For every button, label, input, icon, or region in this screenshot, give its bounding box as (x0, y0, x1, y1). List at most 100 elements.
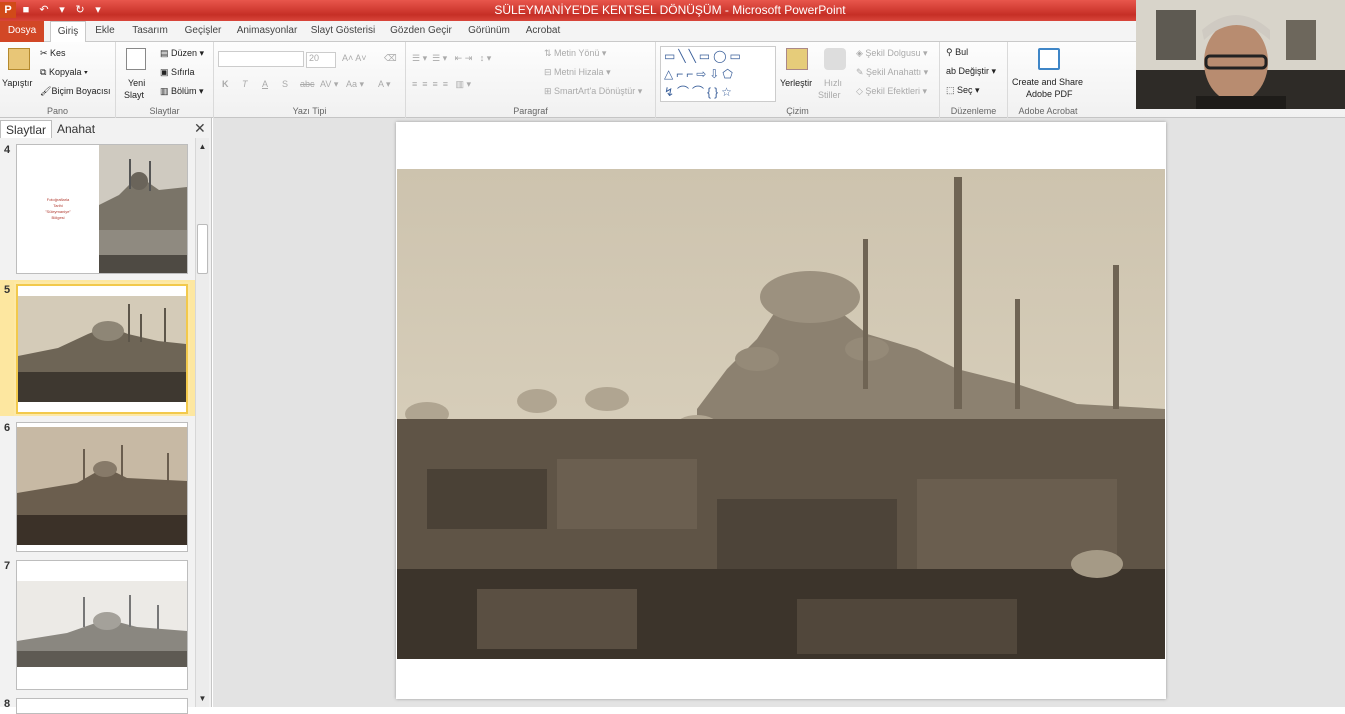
group-paragraph: ☰ ▾ ☰ ▾ ⇤ ⇥ ↕ ▾ ⇅ Metin Yönü ▾ ⊟ Metni H… (406, 42, 656, 118)
group-label-font: Yazı Tipi (292, 106, 327, 116)
align-icons[interactable]: ≡ ≡ ≡ ≡ ▥ ▾ (412, 79, 471, 90)
arrange-button[interactable]: Yerleştir (780, 78, 812, 88)
layout-button[interactable]: ▤ Düzen ▾ (160, 48, 204, 59)
thumbnail[interactable] (16, 560, 188, 690)
thumbnail[interactable] (16, 422, 188, 552)
thumbnail[interactable] (16, 284, 188, 414)
replace-icon: ab (946, 66, 959, 76)
tab-slides[interactable]: Slaytlar (0, 120, 53, 138)
bullets-icon[interactable]: ☰ ▾ ☰ ▾ ⇤ ⇥ ↕ ▾ (412, 53, 491, 64)
scroll-thumb[interactable] (197, 224, 208, 274)
arrange-icon[interactable] (786, 48, 808, 70)
group-label-drawing: Çizim (786, 106, 809, 116)
thumbnail[interactable] (16, 698, 188, 714)
panel-scrollbar[interactable]: ▲ ▼ (195, 138, 209, 707)
align-text-button[interactable]: ⊟ Metni Hizala ▾ (544, 67, 611, 78)
clear-format-icon[interactable]: ⌫ (384, 53, 397, 64)
tab-slideshow[interactable]: Slayt Gösterisi (310, 21, 376, 42)
webcam-overlay (1136, 0, 1345, 109)
group-font: 20 A˄ A˅ ⌫ K T A S abc AV ▾ Aa ▾ A ▾ Yaz… (214, 42, 406, 118)
select-button[interactable]: ⬚ Seç ▾ (946, 85, 980, 96)
paste-icon[interactable] (8, 48, 30, 70)
case-icon[interactable]: Aa ▾ (346, 79, 364, 90)
tab-design[interactable]: Tasarım (128, 21, 172, 42)
slide-thumb-6[interactable]: 6 (0, 418, 196, 554)
group-clipboard: Yapıştır ✂ Kes ⧉ Kopyala ▾ 🖌Biçim Boyacı… (0, 42, 116, 118)
shape-outline-button[interactable]: ✎ Şekil Anahattı ▾ (856, 67, 928, 78)
tab-view[interactable]: Görünüm (464, 21, 514, 42)
tab-insert[interactable]: Ekle (90, 21, 120, 42)
slide-number: 6 (4, 422, 11, 434)
new-slide-label-2[interactable]: Slayt (124, 90, 144, 100)
shape-fill-button[interactable]: ◈ Şekil Dolgusu ▾ (856, 48, 927, 59)
text-direction-button[interactable]: ⇅ Metin Yönü ▾ (544, 48, 606, 59)
scroll-down-icon[interactable]: ▼ (197, 694, 208, 703)
new-slide-label[interactable]: Yeni (128, 78, 145, 88)
tab-transitions[interactable]: Geçişler (180, 21, 226, 42)
new-slide-icon[interactable] (126, 48, 146, 70)
pen-icon: ✎ (856, 67, 867, 77)
tab-review[interactable]: Gözden Geçir (388, 21, 454, 42)
tab-acrobat[interactable]: Acrobat (522, 21, 564, 42)
spacing-icon[interactable]: AV ▾ (320, 79, 338, 90)
slides-panel: Slaytlar Anahat ✕ 4 Fotoğraflarla Tarihi… (0, 118, 212, 714)
replace-button[interactable]: ab Değiştir ▾ (946, 66, 996, 77)
tab-animations[interactable]: Animasyonlar (234, 21, 300, 42)
layout-icon: ▤ (160, 48, 172, 58)
bold-button[interactable]: K (222, 79, 229, 89)
group-label-paragraph: Paragraf (513, 106, 548, 116)
brush-icon: 🖌 (40, 86, 52, 96)
shapes-gallery[interactable]: ▭╲╲▭◯▭ △⌐⌐⇨⇩⬠ ↯⌒⌒{}☆ (660, 46, 776, 102)
paste-button[interactable]: Yapıştır (2, 78, 32, 88)
copy-button[interactable]: ⧉ Kopyala ▾ (40, 67, 88, 78)
quick-styles-label[interactable]: Hızlı (824, 78, 842, 88)
slide-thumb-7[interactable]: 7 (0, 556, 196, 692)
slide-thumb-5[interactable]: 5 (0, 280, 196, 416)
current-slide[interactable] (396, 122, 1166, 699)
slide-number: 7 (4, 560, 11, 572)
group-drawing: ▭╲╲▭◯▭ △⌐⌐⇨⇩⬠ ↯⌒⌒{}☆ Yerleştir Hızlı Still… (656, 42, 940, 118)
effects-icon: ◇ (856, 86, 866, 96)
slide-number: 5 (4, 284, 11, 296)
underline-button[interactable]: A (262, 79, 268, 89)
slide-thumb-4[interactable]: 4 Fotoğraflarla Tarihi "Süleymaniye" Böl… (0, 140, 196, 276)
shadow-button[interactable]: S (282, 79, 288, 89)
thumbnail[interactable]: Fotoğraflarla Tarihi "Süleymaniye" Bölge… (16, 144, 188, 274)
section-button[interactable]: ▥ Bölüm ▾ (160, 86, 204, 97)
text-direction-icon: ⇅ (544, 48, 555, 58)
font-color-icon[interactable]: A ▾ (378, 79, 391, 90)
group-acrobat: Create and Share Adobe PDF Adobe Acrobat (1008, 42, 1088, 118)
group-slides: Yeni Slayt ▤ Düzen ▾ ▣ Sıfırla ▥ Bölüm ▾… (116, 42, 214, 118)
find-button[interactable]: ⚲ Bul (946, 47, 968, 58)
group-label-slides: Slaytlar (149, 106, 180, 116)
create-pdf-label[interactable]: Create and Share (1012, 77, 1083, 87)
tab-home[interactable]: Giriş (50, 21, 86, 43)
strike-button[interactable]: abc (300, 79, 315, 89)
scroll-up-icon[interactable]: ▲ (197, 142, 208, 151)
suleymaniye-photo (397, 169, 1165, 659)
format-painter-button[interactable]: 🖌Biçim Boyacısı (40, 86, 110, 97)
shape-effects-button[interactable]: ◇ Şekil Efektleri ▾ (856, 86, 927, 97)
istanbul-photo (99, 145, 187, 273)
thumb-caption: Fotoğraflarla Tarihi "Süleymaniye" Bölge… (45, 197, 71, 220)
tab-file[interactable]: Dosya (0, 21, 44, 42)
tab-outline[interactable]: Anahat (52, 120, 100, 138)
binoculars-icon: ⚲ (946, 47, 956, 57)
group-label-acrobat: Adobe Acrobat (1018, 106, 1078, 116)
pdf-icon[interactable] (1038, 48, 1060, 70)
quick-styles-icon[interactable] (824, 48, 846, 70)
slide-thumb-8[interactable]: 8 (0, 694, 196, 714)
quick-styles-label-2[interactable]: Stiller (818, 90, 841, 100)
reset-button[interactable]: ▣ Sıfırla (160, 67, 195, 78)
font-name-combo[interactable] (218, 51, 304, 67)
grow-font-icon[interactable]: A˄ A˅ (342, 53, 367, 63)
slide-number: 8 (4, 698, 11, 710)
create-pdf-label-2[interactable]: Adobe PDF (1026, 89, 1073, 99)
font-size-combo[interactable]: 20 (306, 52, 336, 68)
copy-icon: ⧉ (40, 67, 49, 77)
cut-button[interactable]: ✂ Kes (40, 48, 66, 59)
italic-button[interactable]: T (242, 79, 248, 89)
section-icon: ▥ (160, 86, 172, 96)
close-icon[interactable]: ✕ (194, 120, 206, 137)
smartart-button[interactable]: ⊞ SmartArt'a Dönüştür ▾ (544, 86, 642, 97)
